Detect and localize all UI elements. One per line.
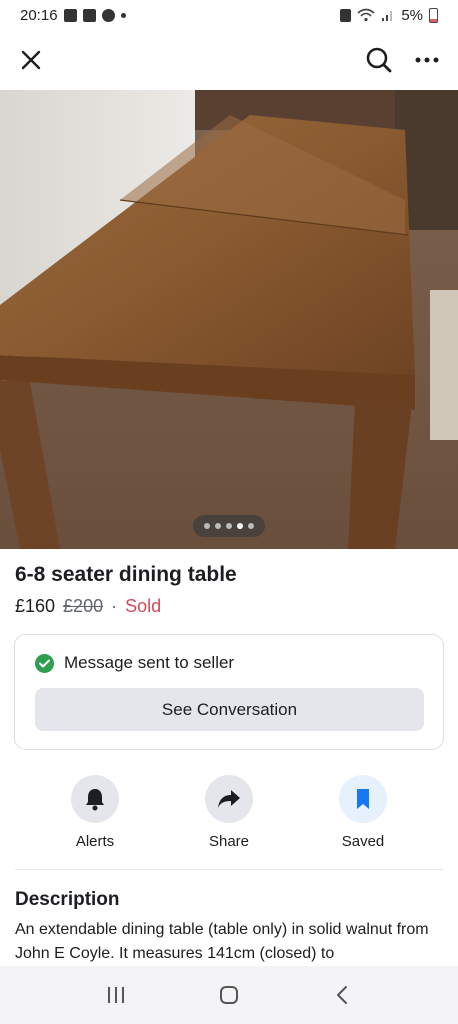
home-icon [219, 986, 238, 1004]
table-photo-illustration [0, 90, 458, 549]
status-right: 5% [340, 7, 438, 24]
message-status-row: Message sent to seller [35, 653, 234, 673]
price-row: £160 £200 · Sold [15, 596, 161, 617]
bookmark-icon [357, 789, 369, 809]
original-price: £200 [63, 596, 104, 616]
more-options-button[interactable] [410, 43, 444, 77]
gallery-notification-icon [63, 8, 77, 22]
description-heading: Description [15, 889, 120, 910]
recent-apps-icon [108, 987, 125, 1003]
check-circle-icon [35, 653, 54, 673]
share-action[interactable]: Share [179, 775, 279, 850]
alerts-label: Alerts [75, 833, 115, 850]
description-text: An extendable dining table (table only) … [15, 921, 429, 962]
share-button[interactable] [205, 775, 253, 823]
alarm-icon [340, 8, 352, 22]
more-notifications-dot-icon [120, 12, 126, 18]
wifi-icon [357, 8, 375, 22]
status-bar: 20:16 5% [0, 0, 458, 30]
pager-dot [226, 523, 232, 529]
close-button[interactable] [14, 43, 48, 77]
search-icon [366, 47, 392, 73]
alerts-button[interactable] [71, 775, 119, 823]
chrome-notification-icon [101, 8, 115, 22]
close-icon [21, 50, 41, 70]
status-time: 20:16 [20, 6, 58, 24]
search-button[interactable] [362, 43, 396, 77]
current-price: £160 [15, 596, 56, 616]
nav-right [362, 43, 444, 77]
pager-dot [248, 523, 254, 529]
system-nav-bar [0, 966, 458, 1024]
alert-notification-icon [82, 8, 96, 22]
home-button[interactable] [209, 975, 249, 1015]
share-label: Share [208, 833, 250, 850]
pager-dot [215, 523, 221, 529]
sold-status: Sold [125, 596, 162, 616]
battery-icon [429, 7, 438, 23]
message-card: Message sent to seller See Conversation [14, 634, 444, 750]
signal-icon [382, 11, 393, 21]
bell-icon [86, 789, 104, 811]
alerts-action[interactable]: Alerts [45, 775, 145, 850]
pager-dot-active [237, 523, 243, 529]
status-left: 20:16 [20, 7, 126, 24]
message-sent-text: Message sent to seller [64, 653, 235, 672]
pager-dot [204, 523, 210, 529]
more-icon [415, 57, 439, 63]
top-nav [0, 30, 458, 90]
battery-percent: 5% [401, 6, 423, 24]
price-separator: · [111, 596, 118, 616]
section-divider [15, 869, 443, 870]
saved-action[interactable]: Saved [313, 775, 413, 850]
saved-button[interactable] [339, 775, 387, 823]
saved-label: Saved [341, 833, 385, 850]
recent-apps-button[interactable] [96, 975, 136, 1015]
share-arrow-icon [218, 790, 240, 808]
listing-title: 6-8 seater dining table [15, 563, 237, 586]
back-button[interactable] [322, 975, 362, 1015]
listing-photo[interactable] [0, 90, 458, 549]
photo-pager [193, 515, 265, 537]
back-chevron-icon [336, 986, 347, 1004]
action-row: Alerts Share Saved [0, 775, 458, 850]
see-conversation-button[interactable]: See Conversation [35, 688, 424, 731]
